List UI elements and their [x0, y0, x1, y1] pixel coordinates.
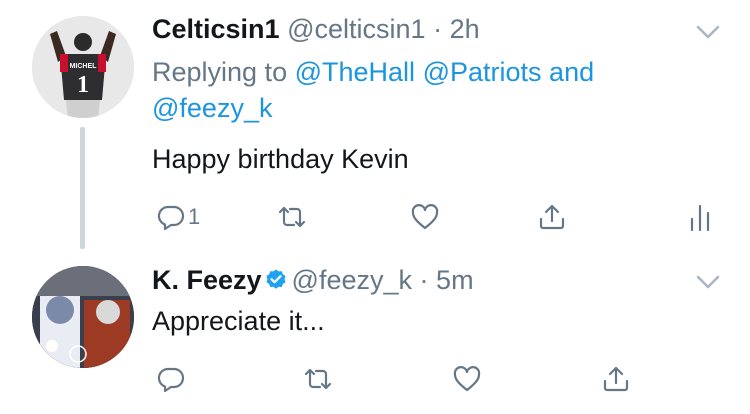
reply-icon [157, 367, 185, 393]
reply-icon [157, 205, 185, 231]
retweet-button[interactable] [277, 200, 307, 234]
share-icon [539, 204, 565, 230]
heart-icon [453, 366, 481, 392]
verified-badge-icon [266, 269, 286, 289]
tweet-feezy-k[interactable]: K. Feezy @feezy_k · 5m Appreciate it... [0, 252, 750, 414]
tweet-header: Celticsin1 @celticsin1 · 2h [152, 11, 480, 47]
share-icon [603, 366, 629, 392]
heart-icon [411, 204, 439, 230]
replying-to-label: Replying to [152, 57, 288, 87]
tweet-text: Happy birthday Kevin [152, 144, 409, 174]
avatar[interactable]: MICHEL 1 [32, 16, 134, 118]
like-button[interactable] [410, 200, 440, 234]
like-button[interactable] [452, 362, 482, 396]
analytics-icon [690, 204, 710, 232]
timestamp[interactable]: 5m [436, 265, 474, 295]
reply-count: 1 [188, 204, 201, 229]
jersey-number: 1 [77, 72, 89, 98]
retweet-icon [278, 206, 306, 228]
display-name[interactable]: Celticsin1 [152, 14, 280, 44]
mention-feezy-k[interactable]: @feezy_k [152, 93, 272, 123]
share-button[interactable] [537, 200, 567, 234]
mention-and: and [549, 57, 595, 87]
retweet-icon [304, 368, 332, 390]
mention-thehall[interactable]: @TheHall [295, 57, 415, 87]
reply-button[interactable] [156, 362, 186, 396]
mention-patriots[interactable]: @Patriots [423, 57, 542, 87]
user-handle[interactable]: @celticsin1 [287, 14, 425, 44]
analytics-button[interactable] [685, 200, 715, 234]
tweet-header: K. Feezy @feezy_k · 5m [152, 262, 474, 298]
retweet-button[interactable] [303, 362, 333, 396]
chevron-down-icon[interactable] [694, 22, 722, 42]
football-collage-avatar-image [32, 266, 134, 368]
thread-connector-line [80, 127, 85, 249]
tweet-text: Appreciate it... [152, 306, 325, 336]
user-handle[interactable]: @feezy_k [292, 265, 412, 295]
tweet-celticsin1[interactable]: MICHEL 1 Celticsin1 @celticsin1 · 2h Rep… [0, 0, 750, 252]
chevron-down-icon[interactable] [694, 272, 722, 292]
share-button[interactable] [601, 362, 631, 396]
display-name[interactable]: K. Feezy [152, 265, 262, 295]
football-player-avatar-image: MICHEL 1 [32, 16, 134, 118]
replying-to-line: Replying to @TheHall @Patriots and @feez… [152, 54, 692, 126]
reply-button[interactable]: 1 [156, 200, 200, 234]
jersey-name: MICHEL [70, 63, 98, 70]
separator-dot: · [433, 14, 443, 44]
separator-dot: · [419, 265, 429, 295]
avatar[interactable] [32, 266, 134, 368]
timestamp[interactable]: 2h [450, 14, 480, 44]
